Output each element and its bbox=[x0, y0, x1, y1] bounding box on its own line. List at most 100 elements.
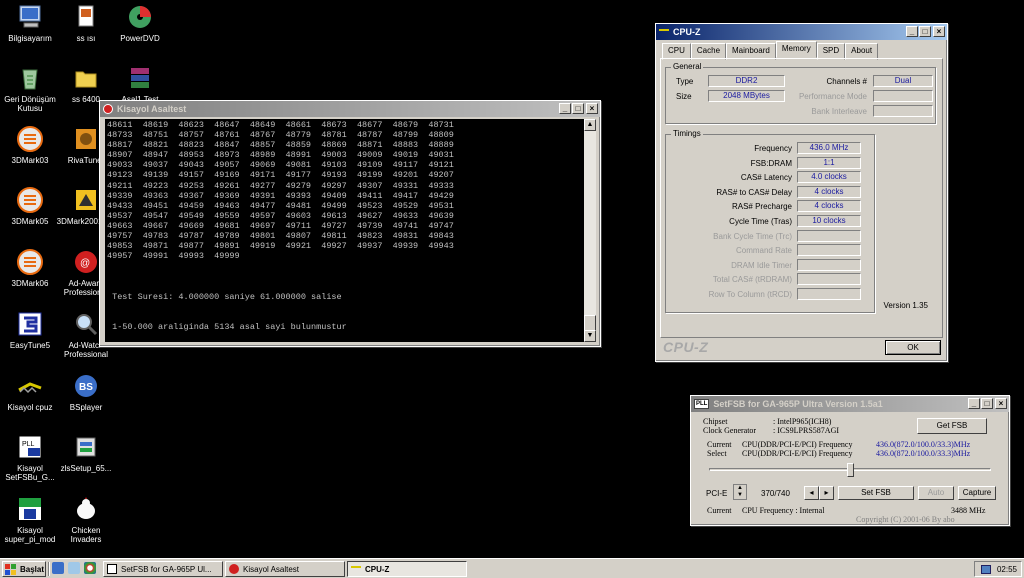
desktop-icon-ss-isi[interactable]: ss ısı bbox=[56, 3, 116, 43]
timing-value bbox=[797, 229, 861, 242]
copyright-text: Copyright (C) 2001-06 By abo bbox=[856, 515, 955, 524]
asaltest-icon bbox=[229, 564, 239, 574]
magnifier-icon bbox=[76, 314, 98, 336]
system-tray: 02:55 bbox=[974, 561, 1022, 577]
timing-label: Command Rate bbox=[735, 246, 792, 256]
desktop-icon-3dmark06[interactable]: 3DMark06 bbox=[0, 248, 60, 288]
scroll-up-button[interactable]: ▲ bbox=[584, 119, 596, 131]
cpuz-window: CPU-Z _ □ × CPU Cache Mainboard Memory S… bbox=[655, 23, 948, 362]
get-fsb-button[interactable]: Get FSB bbox=[917, 418, 987, 434]
desktop-icon-cpuz[interactable]: Kisayol cpuz bbox=[0, 372, 60, 412]
archive-icon bbox=[131, 68, 149, 88]
dvd-icon bbox=[129, 6, 151, 28]
timing-value: 10 clocks bbox=[797, 215, 861, 227]
show-desktop-icon[interactable] bbox=[68, 562, 80, 574]
bank-interleave-value bbox=[873, 105, 933, 117]
timing-value bbox=[797, 258, 861, 271]
console-line: 49757 49783 49787 49789 49801 49807 4981… bbox=[107, 231, 454, 242]
timing-value bbox=[797, 273, 861, 286]
recycle-bin-icon bbox=[22, 69, 38, 90]
fsb-slider[interactable] bbox=[709, 463, 991, 477]
cpuz-titlebar[interactable]: CPU-Z _ □ × bbox=[656, 24, 947, 40]
desktop-icon-3dmark03[interactable]: 3DMark03 bbox=[0, 125, 60, 165]
clock[interactable]: 02:55 bbox=[997, 565, 1017, 574]
memory-panel: General Type DDR2 Size 2048 MBytes Chann… bbox=[660, 58, 943, 338]
desktop-icon-setfsb[interactable]: PLL Kisayol SetFSBu_G... bbox=[0, 433, 60, 482]
console-title: Kisayol Asaltest bbox=[117, 104, 187, 114]
pcie-spinner[interactable]: ▲ ▼ bbox=[733, 484, 747, 500]
svg-text:@: @ bbox=[80, 258, 90, 269]
auto-button: Auto bbox=[918, 486, 954, 500]
maximize-button[interactable]: □ bbox=[572, 103, 584, 114]
maximize-button[interactable]: □ bbox=[919, 26, 931, 37]
timing-value bbox=[797, 288, 861, 300]
timing-label: Total CAS# (tRDRAM) bbox=[712, 275, 792, 285]
select-frequency-value: 436.0(872.0/100.0/33.3)MHz bbox=[876, 449, 971, 458]
capture-button[interactable]: Capture bbox=[958, 486, 996, 500]
scroll-down-button[interactable]: ▼ bbox=[584, 330, 596, 342]
chicken-icon bbox=[77, 497, 95, 519]
desktop-icon-ss-6400[interactable]: ss 6400 bbox=[56, 64, 116, 104]
desktop-icon-easytune5[interactable]: EasyTune5 bbox=[0, 310, 60, 350]
desktop-icon-recycle-bin[interactable]: Geri Dönüşüm Kutusu bbox=[0, 64, 60, 113]
desktop-icon-asal1-test[interactable]: Asal1.Test bbox=[110, 64, 170, 104]
task-cpuz[interactable]: CPU-Z bbox=[347, 561, 467, 577]
easytune-icon bbox=[18, 312, 42, 336]
timings-group: Timings Frequency 436.0 MHz FSB:DRAM 1:1 CAS… bbox=[665, 129, 875, 313]
3dmark-icon bbox=[17, 187, 43, 213]
timing-label: Cycle Time (Tras) bbox=[729, 217, 792, 226]
desktop-icon-powerdvd[interactable]: PowerDVD bbox=[110, 3, 170, 43]
desktop-icon-super-pi[interactable]: Kisayol super_pi_mod bbox=[0, 495, 60, 544]
desktop-icon-3dmark05[interactable]: 3DMark05 bbox=[0, 186, 60, 226]
timing-value: 1:1 bbox=[797, 156, 861, 169]
fsb-counter: 370/740 bbox=[761, 489, 790, 498]
desktop-icon-chicken-invaders[interactable]: Chicken Invaders bbox=[56, 495, 116, 544]
current-frequency-text: CPU(DDR/PCI-E/PCI) Frequency bbox=[742, 440, 853, 449]
timing-label: CAS# Latency bbox=[740, 173, 792, 183]
desktop-icon-zlssetup[interactable]: zlsSetup_65... bbox=[56, 433, 116, 473]
minimize-button[interactable]: _ bbox=[968, 398, 980, 409]
size-label: Size bbox=[676, 92, 692, 101]
bsplayer-icon: BS bbox=[75, 375, 97, 397]
maximize-button[interactable]: □ bbox=[981, 398, 993, 409]
cpu-frequency-label: Current bbox=[707, 506, 732, 515]
console-app-icon bbox=[103, 104, 113, 114]
set-fsb-button[interactable]: Set FSB bbox=[838, 486, 914, 500]
minimize-button[interactable]: _ bbox=[559, 103, 571, 114]
console-titlebar[interactable]: Kisayol Asaltest _ □ × bbox=[100, 101, 600, 117]
close-button[interactable]: × bbox=[995, 398, 1007, 409]
performance-mode-value bbox=[873, 90, 933, 102]
console-line: 49123 49139 49157 49169 49171 49177 4919… bbox=[107, 170, 454, 181]
super-pi-icon bbox=[19, 498, 41, 520]
timing-value bbox=[797, 244, 861, 257]
chipset-value: : IntelP965(ICH8) bbox=[773, 417, 832, 426]
console-line: 1-50.000 araliginda 5134 asal sayi bulun… bbox=[107, 321, 347, 332]
task-setfsb[interactable]: SetFSB for GA-965P Ul... bbox=[103, 561, 223, 577]
start-button[interactable]: Başlat bbox=[2, 561, 46, 577]
media-player-icon[interactable] bbox=[84, 562, 96, 574]
tab-memory[interactable]: Memory bbox=[775, 41, 817, 58]
type-label: Type bbox=[676, 77, 694, 86]
step-right-button[interactable]: ▸ bbox=[819, 486, 834, 500]
step-left-button[interactable]: ◂ bbox=[804, 486, 819, 500]
setfsb-titlebar[interactable]: PLL SetFSB for GA-965P Ultra Version 1.5… bbox=[691, 396, 1009, 412]
console-scrollbar[interactable]: ▲ ▼ bbox=[584, 119, 596, 342]
desktop-icon-my-computer[interactable]: Bilgisayarım bbox=[0, 3, 60, 43]
close-button[interactable]: × bbox=[933, 26, 945, 37]
task-asaltest[interactable]: Kisayol Asaltest bbox=[225, 561, 345, 577]
ok-button[interactable]: OK bbox=[885, 340, 941, 355]
chipset-label: Chipset bbox=[703, 417, 728, 426]
minimize-button[interactable]: _ bbox=[906, 26, 918, 37]
internet-explorer-icon[interactable] bbox=[52, 562, 64, 574]
timing-label: DRAM Idle Timer bbox=[731, 260, 792, 270]
3dmark2001-icon bbox=[76, 190, 96, 210]
folder-icon bbox=[75, 71, 97, 88]
console-line: 48817 48821 48823 48847 48857 48859 4886… bbox=[107, 140, 454, 151]
close-button[interactable]: × bbox=[586, 103, 598, 114]
desktop-icon-bsplayer[interactable]: BS BSplayer bbox=[56, 372, 116, 412]
slider-thumb[interactable] bbox=[846, 463, 854, 477]
console-line: Test Suresi: 4.000000 saniye 61.000000 s… bbox=[107, 291, 342, 302]
network-icon[interactable] bbox=[980, 564, 991, 574]
